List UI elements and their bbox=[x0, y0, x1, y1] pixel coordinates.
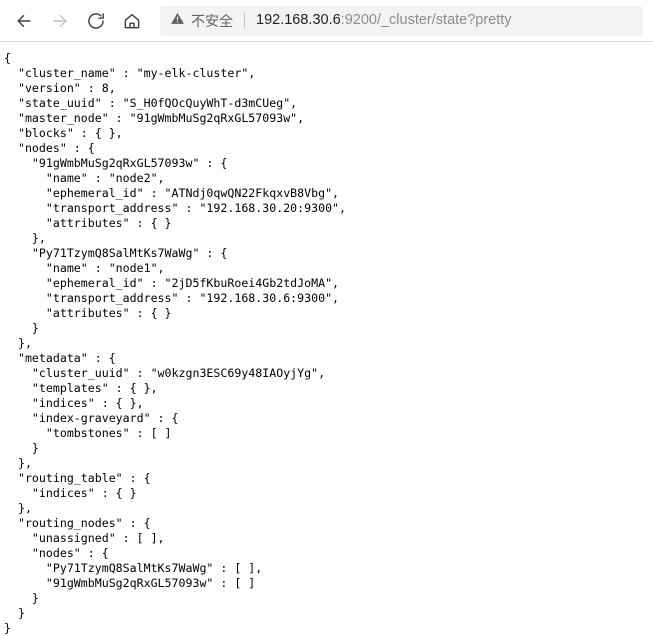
reload-icon bbox=[86, 11, 106, 31]
browser-toolbar: 不安全 192.168.30.6:9200/_cluster/state?pre… bbox=[0, 0, 653, 42]
forward-button[interactable] bbox=[42, 3, 78, 39]
url-host: 192.168.30.6 bbox=[256, 13, 341, 28]
arrow-left-icon bbox=[14, 11, 34, 31]
warning-triangle-icon bbox=[170, 11, 185, 31]
url-path: :9200/_cluster/state?pretty bbox=[340, 13, 512, 28]
site-security-chip[interactable]: 不安全 bbox=[170, 11, 233, 31]
url-text[interactable]: 192.168.30.6:9200/_cluster/state?pretty bbox=[256, 13, 512, 28]
home-icon bbox=[122, 11, 142, 31]
page-content: { "cluster_name" : "my-elk-cluster", "ve… bbox=[0, 42, 653, 636]
omnibox-divider bbox=[244, 12, 245, 29]
home-button[interactable] bbox=[114, 3, 150, 39]
security-status-label: 不安全 bbox=[191, 12, 233, 29]
json-response-body: { "cluster_name" : "my-elk-cluster", "ve… bbox=[4, 51, 347, 635]
address-bar[interactable]: 不安全 192.168.30.6:9200/_cluster/state?pre… bbox=[160, 5, 643, 36]
arrow-right-icon bbox=[50, 11, 70, 31]
back-button[interactable] bbox=[6, 3, 42, 39]
reload-button[interactable] bbox=[78, 3, 114, 39]
